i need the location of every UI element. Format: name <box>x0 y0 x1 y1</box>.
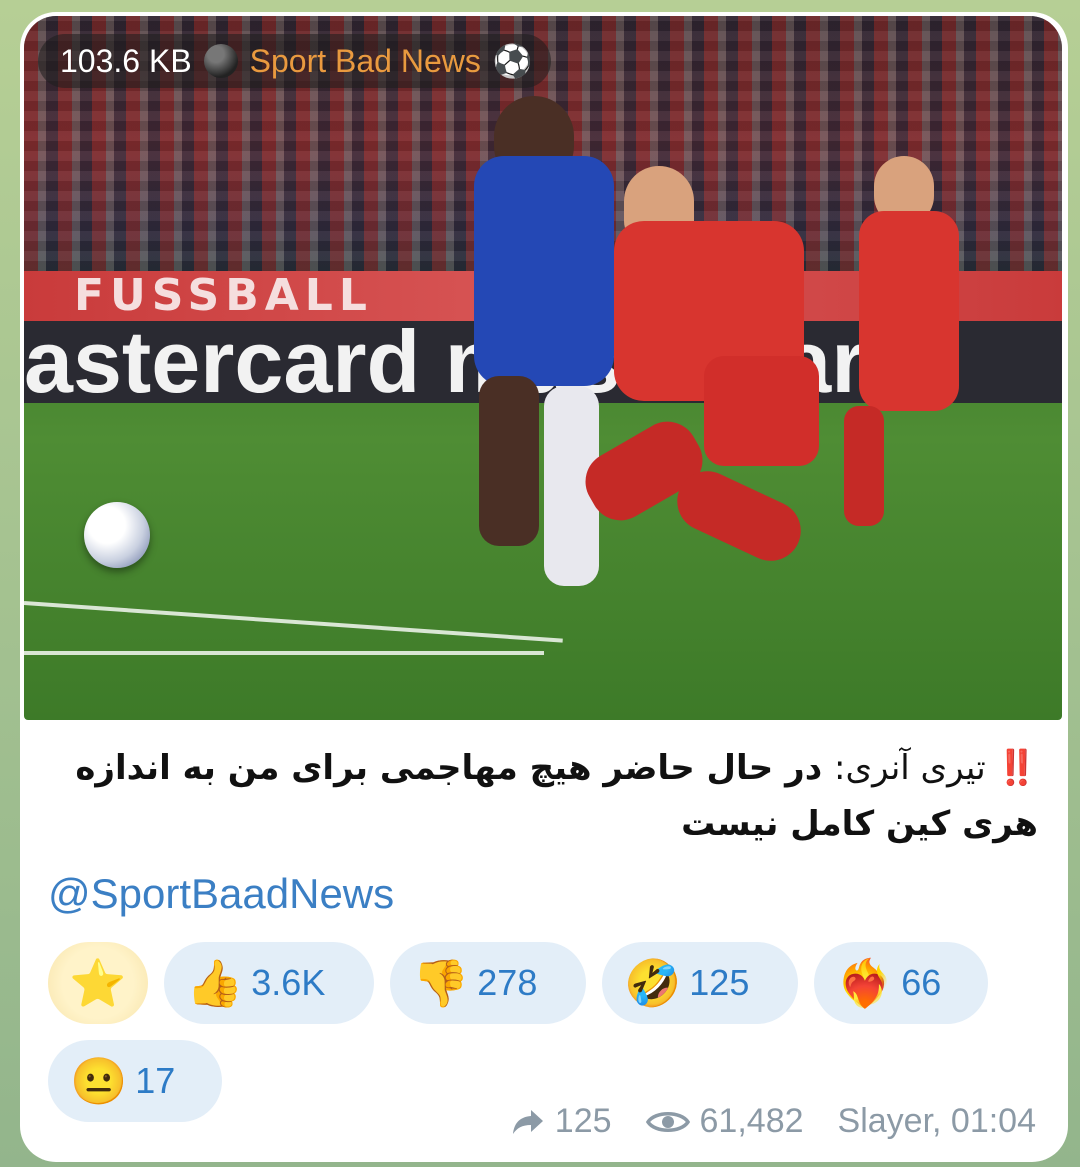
soccer-ball-icon: ⚽ <box>492 43 533 79</box>
media-info-badge: 103.6 KB Sport Bad News ⚽ <box>38 34 551 88</box>
heart-on-fire-icon: ❤️‍🔥 <box>836 957 894 1009</box>
forward-icon[interactable] <box>511 1108 545 1136</box>
thumbs-up-icon: 👍 <box>186 957 244 1009</box>
channel-handle-link[interactable]: @SportBaadNews <box>48 870 394 918</box>
blue-player-leg <box>479 376 539 546</box>
photo[interactable]: FUSSBALL astercard mastercard 103.6 KB S… <box>24 16 1062 720</box>
reaction-count: 3.6K <box>251 962 326 1003</box>
message-bubble[interactable]: FUSSBALL astercard mastercard 103.6 KB S… <box>20 12 1068 1162</box>
soccer-ball <box>84 502 150 568</box>
star-icon: ⭐ <box>69 957 127 1009</box>
message-text: ‼️تیری آنری: در حال حاضر هیچ مهاجمی برای… <box>50 740 1038 852</box>
view-count: 61,482 <box>699 1102 804 1140</box>
pitch-line <box>24 601 563 643</box>
reaction-star[interactable]: ⭐ <box>48 942 148 1024</box>
blue-player-body <box>474 156 614 386</box>
red-player-leg-2 <box>667 461 811 571</box>
reaction-count: 17 <box>135 1060 176 1101</box>
reaction-neutral-face[interactable]: 😐 17 <box>48 1040 222 1122</box>
reaction-count: 66 <box>901 962 942 1003</box>
rofl-icon: 🤣 <box>624 957 682 1009</box>
black-circle-icon <box>203 44 238 78</box>
reaction-heart-on-fire[interactable]: ❤️‍🔥 66 <box>814 942 988 1024</box>
neutral-face-icon: 😐 <box>70 1055 128 1107</box>
message-meta: 125 61,482 Slayer, 01:04 <box>511 1102 1036 1141</box>
author-timestamp: Slayer, 01:04 <box>837 1102 1036 1140</box>
reaction-thumbs-down[interactable]: 👎 278 <box>390 942 586 1024</box>
bg-player-leg <box>844 406 884 526</box>
reactions-bar: ⭐ 👍 3.6K 👎 278 🤣 125 ❤️‍🔥 66 😐 17 <box>48 942 1048 1122</box>
reaction-thumbs-up[interactable]: 👍 3.6K <box>164 942 374 1024</box>
reaction-count: 125 <box>689 962 750 1003</box>
media-size: 103.6 KB <box>60 42 192 79</box>
thumbs-down-icon: 👎 <box>412 957 470 1009</box>
views-icon <box>645 1107 690 1137</box>
reaction-count: 278 <box>477 962 538 1003</box>
pitch-line-2 <box>24 651 544 655</box>
bg-player-body <box>859 211 959 411</box>
channel-name[interactable]: Sport Bad News <box>250 43 481 80</box>
double-exclamation-icon: ‼️ <box>995 748 1038 788</box>
message-lead: تیری آنری: <box>834 748 986 788</box>
reaction-rofl[interactable]: 🤣 125 <box>602 942 798 1024</box>
forward-count: 125 <box>554 1102 612 1140</box>
red-player-shorts <box>704 356 819 466</box>
